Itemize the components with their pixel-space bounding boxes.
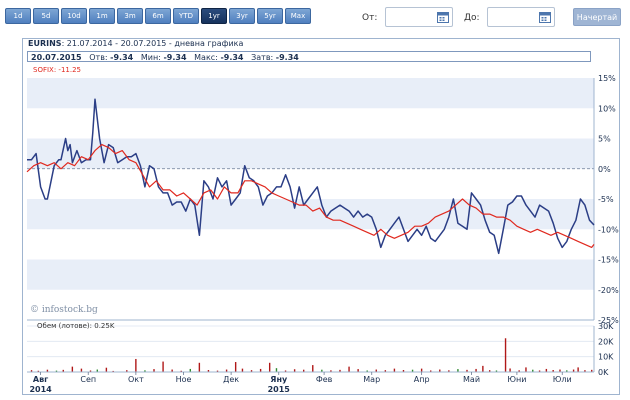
price-chart: 15%10%5%0%-5%-10%-15%-20%-25%30K20K10K0K… xyxy=(26,74,619,394)
volume-bar xyxy=(234,362,237,372)
y-tick-label: -10% xyxy=(598,225,619,234)
grid-band xyxy=(27,78,594,109)
x-tick-label: Дек xyxy=(223,375,239,384)
volume-bar xyxy=(268,362,271,372)
volume-tick-label: 0K xyxy=(598,368,609,377)
x-tick-label: Апр xyxy=(414,375,430,384)
y-tick-label: 5% xyxy=(598,135,611,144)
copyright: © infostock.bg xyxy=(30,305,98,315)
grid-band xyxy=(27,138,594,169)
volume-bar xyxy=(393,368,396,372)
x-tick-label: Яну xyxy=(270,375,288,384)
x-tick-label: Окт xyxy=(128,375,144,384)
y-tick-label: 15% xyxy=(598,74,616,83)
y-tick-label: -20% xyxy=(598,286,619,295)
y-tick-label: 10% xyxy=(598,104,616,113)
year-label: 2015 xyxy=(268,385,291,394)
y-tick-label: 0% xyxy=(598,165,611,174)
x-tick-label: Фев xyxy=(316,375,333,384)
volume-bar xyxy=(71,366,74,372)
volume-bar xyxy=(509,368,511,372)
volume-bar xyxy=(525,367,527,372)
volume-label: Обем (лотове): 0.25K xyxy=(37,322,115,330)
volume-bar xyxy=(504,338,507,372)
y-tick-label: -15% xyxy=(598,256,619,265)
x-tick-label: Ное xyxy=(176,375,192,384)
series-line-eurins xyxy=(27,98,595,255)
volume-bar xyxy=(162,361,164,372)
volume-bar xyxy=(577,367,579,372)
volume-bar xyxy=(80,368,83,372)
volume-bar xyxy=(241,368,244,372)
volume-bar xyxy=(135,358,137,372)
x-tick-label: Мар xyxy=(363,375,380,384)
volume-tick-label: 30K xyxy=(598,322,614,331)
grid-band xyxy=(27,259,594,290)
volume-tick-label: 20K xyxy=(598,337,614,346)
volume-bar xyxy=(312,365,314,372)
volume-bar xyxy=(482,365,484,372)
x-tick-label: Май xyxy=(463,375,480,384)
year-label: 2014 xyxy=(29,385,52,394)
volume-tick-label: 10K xyxy=(598,353,614,362)
volume-bar xyxy=(275,368,278,372)
x-tick-label: Авг xyxy=(33,375,48,384)
x-tick-label: Юни xyxy=(507,375,526,384)
x-tick-label: Юли xyxy=(553,375,572,384)
volume-bar xyxy=(105,367,108,372)
x-tick-label: Сеп xyxy=(80,375,96,384)
y-tick-label: -5% xyxy=(598,195,614,204)
volume-bar xyxy=(198,362,201,372)
volume-bar xyxy=(348,366,350,372)
sofix-legend: SOFIX: -11.25 xyxy=(33,66,81,74)
volume-bar xyxy=(420,368,423,372)
